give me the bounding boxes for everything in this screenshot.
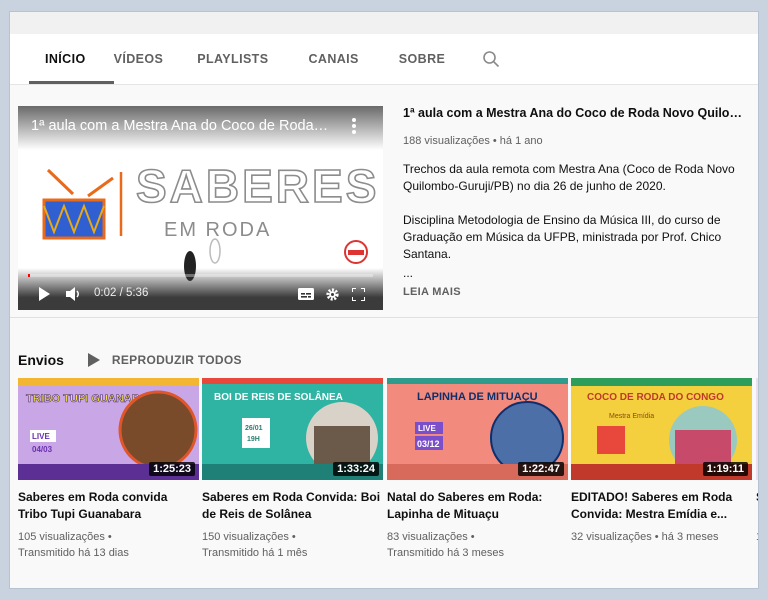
svg-text:BOI DE REIS DE SOLÂNEA: BOI DE REIS DE SOLÂNEA	[214, 390, 343, 403]
play-all-button[interactable]: REPRODUZIR TODOS	[87, 353, 242, 367]
video-meta: 105 visualizações • Transmitido há 13 di…	[18, 529, 199, 561]
svg-text:Mestra Emídia: Mestra Emídia	[609, 413, 654, 420]
svg-text:04/03: 04/03	[32, 445, 53, 454]
video-thumbnail[interactable]: LAPINHA DE MITUAÇU LIVE 03/12 1:22:47	[387, 378, 568, 480]
shelf-title: Envios	[18, 352, 64, 368]
video-thumbnail[interactable]: BOI DE REIS DE SOLÂNEA 26/01 19H 1:33:24	[202, 378, 383, 480]
video-views: 105 visualizações •	[18, 531, 112, 543]
video-card[interactable]: LAPINHA DE MITUAÇU LIVE 03/12 1:22:47 Na…	[387, 378, 568, 561]
video-views: 32 visualizações • há 3 meses	[571, 531, 719, 543]
search-button[interactable]	[471, 39, 511, 79]
video-duration: 1:33:24	[333, 462, 379, 476]
featured-video-title[interactable]: 1ª aula com a Mestra Ana do Coco de Roda…	[403, 106, 753, 120]
tab-playlists[interactable]: PLAYLISTS	[197, 34, 308, 84]
progress-fill	[28, 274, 31, 277]
featured-video-info: 1ª aula com a Mestra Ana do Coco de Roda…	[403, 106, 753, 298]
subtitles-icon	[298, 288, 314, 300]
svg-text:26/01: 26/01	[245, 425, 263, 432]
video-meta: 32 visualizações • há 3 meses	[571, 529, 752, 545]
video-card[interactable]: COCO DE RODA DO CONGO Mestra Emídia 1:19…	[571, 378, 752, 545]
youtube-channel-page: INÍCIO VÍDEOS PLAYLISTS CANAIS SOBRE SAB…	[10, 12, 758, 588]
video-title[interactable]: Saberes em Roda Convida: Boi de Reis de …	[202, 489, 383, 523]
video-meta: 150 visualizações • Transmitido há 1 mês	[202, 529, 383, 561]
tab-sobre[interactable]: SOBRE	[399, 34, 453, 84]
progress-bar[interactable]	[28, 274, 373, 277]
art-word-em-roda: EM RODA	[164, 219, 271, 241]
channel-tabs: INÍCIO VÍDEOS PLAYLISTS CANAIS SOBRE	[10, 34, 758, 85]
fullscreen-icon	[351, 287, 365, 301]
play-icon	[87, 353, 100, 367]
player-title[interactable]: 1ª aula com a Mestra Ana do Coco de Roda…	[31, 118, 331, 134]
svg-text:LAPINHA DE MITUAÇU: LAPINHA DE MITUAÇU	[417, 391, 538, 403]
art-word-saberes: SABERES	[136, 160, 379, 212]
gear-icon	[325, 287, 339, 301]
video-thumbnail[interactable]: TRIBO TUPI GUANABARA LIVE 04/03 1:25:23	[18, 378, 199, 480]
play-button[interactable]	[36, 284, 52, 304]
time-display: 0:02 / 5:36	[94, 287, 149, 299]
video-card[interactable]: S N 1	[756, 378, 758, 545]
video-title[interactable]: S N	[756, 489, 758, 523]
read-more-link[interactable]: LEIA MAIS	[403, 286, 753, 298]
svg-text:19H: 19H	[247, 436, 260, 443]
svg-text:LIVE: LIVE	[32, 432, 50, 441]
tab-canais[interactable]: CANAIS	[308, 34, 398, 84]
video-player[interactable]: SABERES EM RODA 1ª aula com a Mestra Ana…	[18, 106, 383, 310]
video-views: 83 visualizações •	[387, 531, 475, 543]
video-thumbnail[interactable]	[756, 378, 758, 480]
subtitles-button[interactable]	[297, 284, 315, 304]
featured-video-meta: 188 visualizações • há 1 ano	[403, 135, 543, 147]
video-time: Transmitido há 1 mês	[202, 547, 308, 559]
search-icon	[483, 51, 500, 68]
settings-button[interactable]	[323, 284, 341, 304]
video-thumbnail[interactable]: COCO DE RODA DO CONGO Mestra Emídia 1:19…	[571, 378, 752, 480]
tab-inicio[interactable]: INÍCIO	[29, 34, 114, 84]
video-time: Transmitido há 13 dias	[18, 547, 129, 559]
svg-text:COCO DE RODA DO CONGO: COCO DE RODA DO CONGO	[587, 392, 724, 403]
featured-video-description: Trechos da aula remota com Mestra Ana (C…	[403, 161, 753, 263]
featured-video-section: SABERES EM RODA 1ª aula com a Mestra Ana…	[10, 85, 758, 318]
video-duration: 1:19:11	[702, 462, 748, 476]
volume-button[interactable]	[65, 284, 83, 304]
video-shelf: TRIBO TUPI GUANABARA LIVE 04/03 1:25:23 …	[18, 378, 758, 578]
thumbnail-art	[756, 378, 758, 480]
description-paragraph-2: Disciplina Metodologia de Ensino da Músi…	[403, 213, 722, 261]
player-controls: 0:02 / 5:36	[18, 268, 383, 310]
video-meta: 1	[756, 529, 758, 545]
play-icon	[39, 287, 50, 301]
top-strip	[10, 12, 758, 34]
video-meta: 83 visualizações • Transmitido há 3 mese…	[387, 529, 568, 561]
video-views: 1	[756, 529, 758, 545]
video-title[interactable]: EDITADO! Saberes em Roda Convida: Mestra…	[571, 489, 752, 523]
play-all-label: REPRODUZIR TODOS	[111, 353, 242, 367]
svg-text:03/12: 03/12	[417, 439, 440, 449]
video-card[interactable]: TRIBO TUPI GUANABARA LIVE 04/03 1:25:23 …	[18, 378, 199, 561]
video-time: Transmitido há 3 meses	[387, 547, 504, 559]
video-duration: 1:25:23	[149, 462, 195, 476]
fullscreen-button[interactable]	[349, 284, 367, 304]
shelf-header: Envios REPRODUZIR TODOS	[18, 352, 242, 368]
video-card[interactable]: BOI DE REIS DE SOLÂNEA 26/01 19H 1:33:24…	[202, 378, 383, 561]
description-ellipsis: ...	[403, 266, 414, 280]
more-vert-icon[interactable]	[349, 116, 359, 136]
video-title[interactable]: Natal do Saberes em Roda: Lapinha de Mit…	[387, 489, 568, 523]
description-paragraph-1: Trechos da aula remota com Mestra Ana (C…	[403, 162, 735, 193]
tab-videos[interactable]: VÍDEOS	[114, 34, 198, 84]
svg-text:LIVE: LIVE	[418, 424, 436, 433]
volume-icon	[66, 287, 79, 301]
video-title[interactable]: Saberes em Roda convida Tribo Tupi Guana…	[18, 489, 199, 523]
video-views: 150 visualizações •	[202, 531, 296, 543]
video-duration: 1:22:47	[518, 462, 564, 476]
